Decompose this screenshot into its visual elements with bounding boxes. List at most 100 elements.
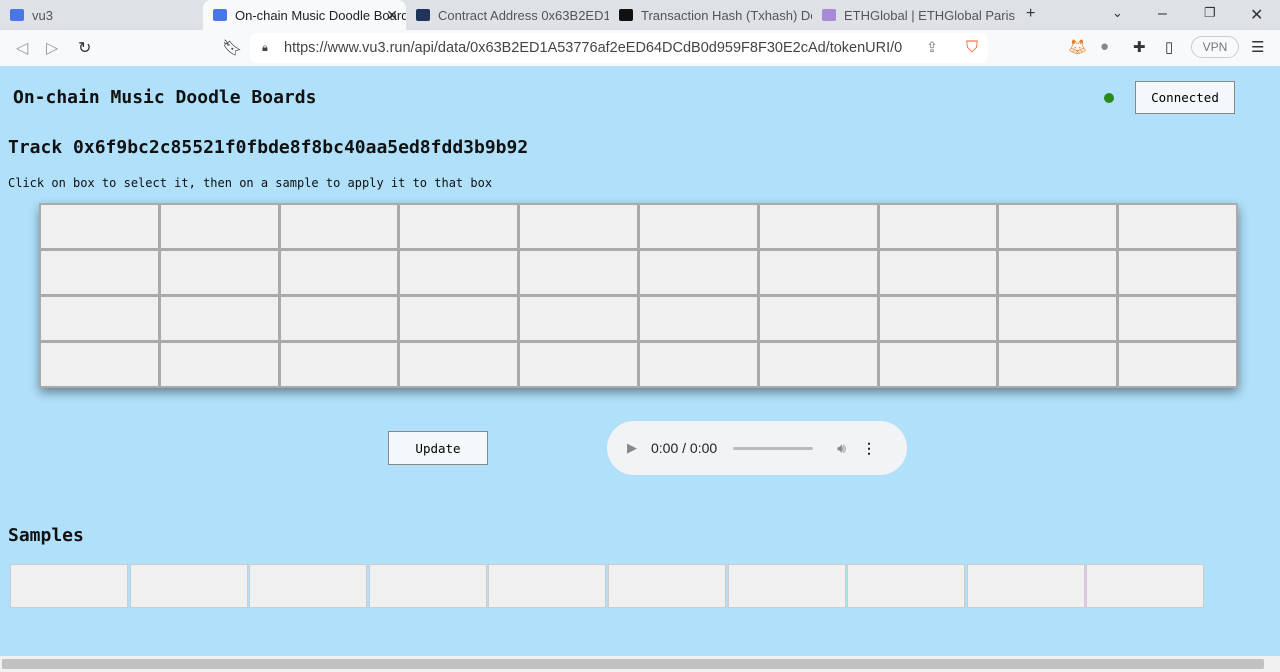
forward-icon[interactable]: ▷ [46,38,58,58]
doodle-board-grid [39,203,1238,388]
grid-cell[interactable] [518,249,639,296]
grid-cell[interactable] [757,295,879,342]
grid-cell[interactable] [638,203,759,250]
sample-box[interactable] [10,564,128,608]
reload-icon[interactable]: ↻ [78,38,91,58]
grid-cell[interactable] [638,341,759,388]
sample-box[interactable] [727,564,846,608]
bookmark-icon[interactable]: 🔖︎ [222,38,242,58]
grid-cell[interactable] [877,295,999,342]
url-text: https://www.vu3.run/api/data/0x63B2ED1A5… [284,40,903,56]
extensions-puzzle-icon[interactable]: ✚ [1133,38,1146,56]
grid-cell[interactable] [757,249,879,296]
tab-favicon-icon [619,9,633,21]
vpn-button[interactable]: VPN [1191,36,1239,58]
sidebar-icon[interactable]: ▯ [1165,38,1173,56]
grid-cell[interactable] [518,295,639,342]
grid-cell[interactable] [398,203,520,250]
minimize-button[interactable]: – [1158,5,1167,23]
close-tab-icon[interactable]: ✕ [386,7,398,24]
grid-cell[interactable] [518,341,639,388]
sample-box[interactable] [368,564,487,608]
brave-shield-icon[interactable]: ⛉ [966,39,978,57]
tab-favicon-icon [213,9,227,21]
more-options-icon[interactable]: ⋮ [862,440,876,457]
grid-cell[interactable] [158,341,280,388]
grid-cell[interactable] [877,203,999,250]
grid-cell[interactable] [278,295,400,342]
grid-cell[interactable] [997,295,1119,342]
lock-icon: 🔒︎ [262,41,268,54]
share-icon[interactable]: ⇪ [926,40,938,56]
browser-toolbar: ◁ ▷ ↻ 🔖︎ 🔒︎ https://www.vu3.run/api/data… [0,30,1280,66]
grid-cell[interactable] [1117,203,1238,250]
tab-search-icon[interactable]: ⌄ [1112,5,1123,21]
connected-button[interactable]: Connected [1135,81,1235,114]
grid-cell[interactable] [997,341,1119,388]
scrollbar-thumb[interactable] [2,659,1264,669]
address-bar[interactable]: 🔒︎ https://www.vu3.run/api/data/0x63B2ED… [250,33,988,63]
grid-cell[interactable] [158,203,280,250]
extension-icon[interactable]: ● [1100,38,1109,55]
page-title: On-chain Music Doodle Boards [13,87,317,108]
grid-cell[interactable] [398,295,520,342]
browser-tab[interactable]: ETHGlobal | ETHGlobal Paris Dashboard [812,0,1015,30]
browser-tab[interactable]: Contract Address 0x63B2ED1A5 [406,0,609,30]
sample-box[interactable] [129,564,248,608]
sample-box[interactable] [607,564,726,608]
audio-player[interactable]: ▶ 0:00 / 0:00 🔊︎ ⋮ [607,421,907,475]
update-button[interactable]: Update [388,431,488,465]
tab-title: Transaction Hash (Txhash) Details [641,7,812,23]
grid-cell[interactable] [39,295,160,342]
menu-icon[interactable]: ☰ [1251,38,1264,56]
track-title: Track 0x6f9bc2c85521f0fbde8f8bc40aa5ed8f… [8,137,529,158]
grid-cell[interactable] [877,249,999,296]
grid-cell[interactable] [158,295,280,342]
grid-cell[interactable] [638,295,759,342]
tab-title: vu3 [32,7,53,23]
grid-cell[interactable] [757,203,879,250]
browser-tab[interactable]: Transaction Hash (Txhash) Details [609,0,812,30]
page-content: On-chain Music Doodle Boards Connected T… [0,66,1280,656]
tab-title: ETHGlobal | ETHGlobal Paris Dashboard [844,7,1015,23]
audio-progress-slider[interactable] [733,446,814,450]
grid-cell[interactable] [997,203,1119,250]
tab-favicon-icon [416,9,430,21]
close-window-button[interactable]: ✕ [1250,5,1263,25]
browser-tab[interactable]: vu3 [0,0,203,30]
grid-cell[interactable] [877,341,999,388]
browser-tab[interactable]: On-chain Music Doodle Boards ✕ [203,0,406,30]
tab-title: Contract Address 0x63B2ED1A5 [438,7,609,23]
sample-box[interactable] [488,564,607,608]
grid-cell[interactable] [39,249,160,296]
sample-box[interactable] [847,564,966,608]
sample-box[interactable] [1086,564,1205,608]
play-icon[interactable]: ▶ [627,440,637,456]
grid-cell[interactable] [278,203,400,250]
grid-cell[interactable] [278,249,400,296]
grid-cell[interactable] [518,203,639,250]
grid-cell[interactable] [1117,341,1238,388]
grid-cell[interactable] [638,249,759,296]
sample-box[interactable] [249,564,368,608]
samples-list [10,564,1206,608]
tab-favicon-icon [822,9,836,21]
grid-cell[interactable] [1117,295,1238,342]
volume-icon[interactable]: 🔊︎ [837,440,846,457]
tab-favicon-icon [10,9,24,21]
sample-box[interactable] [966,564,1085,608]
restore-button[interactable]: ❐ [1204,5,1216,21]
new-tab-button[interactable]: + [1026,5,1035,23]
grid-cell[interactable] [39,341,160,388]
metamask-icon[interactable]: 🦊︎ [1068,38,1087,56]
grid-cell[interactable] [278,341,400,388]
back-icon[interactable]: ◁ [16,38,28,58]
grid-cell[interactable] [158,249,280,296]
grid-cell[interactable] [39,203,160,250]
grid-cell[interactable] [398,341,520,388]
grid-cell[interactable] [997,249,1119,296]
grid-cell[interactable] [398,249,520,296]
horizontal-scrollbar[interactable] [0,656,1280,672]
grid-cell[interactable] [1117,249,1238,296]
grid-cell[interactable] [757,341,879,388]
